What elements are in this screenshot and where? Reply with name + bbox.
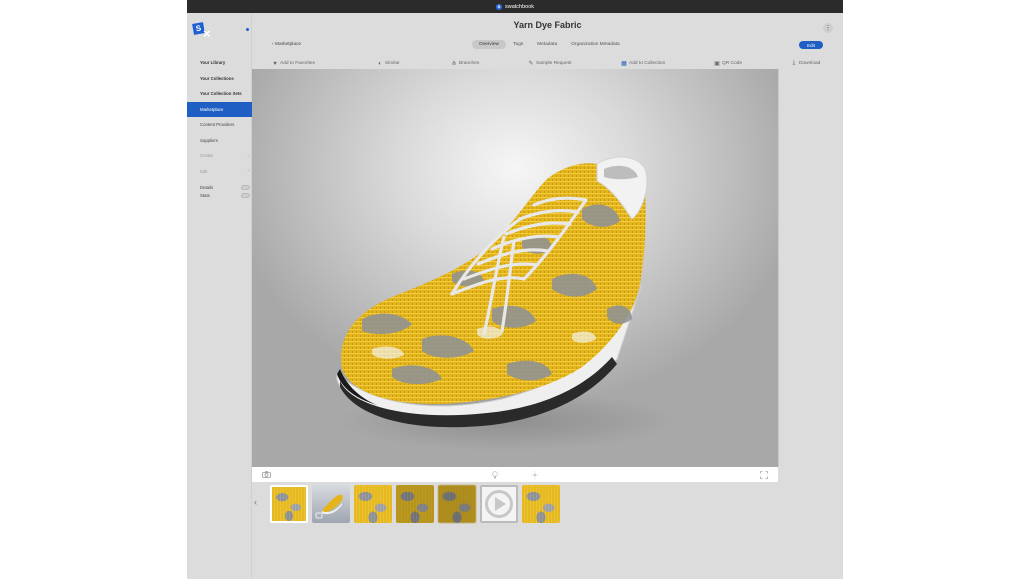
chevron-left-icon: ‹	[272, 42, 274, 47]
download-button[interactable]: ⤓ Download	[791, 58, 821, 69]
sample-request-button[interactable]: ✎ Sample Request	[528, 58, 571, 69]
sample-icon: ✎	[528, 61, 534, 67]
sidebar-item-your-library[interactable]: Your Library	[187, 55, 252, 71]
tool-label: Similar	[385, 61, 400, 66]
tab-tags[interactable]: Tags	[506, 40, 530, 49]
branches-button[interactable]: ⋔ Branches	[451, 58, 479, 69]
tool-label: Branches	[459, 61, 480, 66]
thumbnail-strip: ‹	[252, 482, 778, 526]
sidebar-nav: Your Library Your Collections Your Colle…	[187, 55, 252, 199]
sidebar-item-label: Content Providers	[200, 122, 235, 128]
sidebar-item-marketplace[interactable]: Marketplace	[187, 101, 252, 117]
camera-icon[interactable]	[261, 470, 271, 479]
sidebar-item-label: Suppliers	[200, 137, 218, 143]
sidebar-item-label: Create	[200, 153, 213, 159]
sidebar-item-label: Your Collections	[200, 75, 234, 81]
close-icon[interactable]: ×	[203, 27, 211, 40]
thumbnail-3d-shoe[interactable]	[312, 485, 350, 523]
toggle-label: Details	[200, 184, 214, 190]
title-bar: S swatchbook	[187, 0, 843, 13]
grid-icon: ▦	[621, 61, 627, 67]
qr-icon: ▣	[714, 61, 720, 67]
sidebar-item-label: Your Collection Sets	[200, 91, 242, 97]
similar-button[interactable]: ◐ Similar	[377, 58, 400, 69]
tool-label: Download	[799, 61, 821, 66]
tab-bar: Overview Tags Metadata Organization Meta…	[472, 40, 627, 49]
tool-label: QR Code	[722, 61, 742, 66]
chevron-right-icon: ›	[247, 152, 249, 159]
similar-icon: ◐	[378, 60, 382, 67]
tool-label: Add to Favorites	[280, 61, 315, 66]
back-label: Marketplace	[274, 42, 302, 47]
sidebar-item-your-collections[interactable]: Your Collections	[187, 71, 252, 87]
more-options-button[interactable]: ⋮	[823, 23, 833, 33]
notification-dot	[246, 28, 249, 31]
tool-label: Sample Request	[536, 61, 572, 66]
details-toggle[interactable]	[241, 184, 250, 190]
swatchbook-app-icon: S	[495, 3, 502, 10]
tab-overview[interactable]: Overview	[472, 40, 506, 49]
tool-label: Add to Collection	[629, 61, 666, 66]
edit-button[interactable]: Edit	[799, 41, 823, 49]
viewer-scrollbar[interactable]	[778, 69, 779, 467]
play-icon	[485, 490, 513, 518]
sidebar: S × Your Library Your Collections Your C…	[187, 13, 252, 579]
sun-icon[interactable]	[530, 470, 540, 479]
fullscreen-icon[interactable]	[759, 470, 769, 479]
add-to-favorites-button[interactable]: ♥ Add to Favorites	[272, 58, 315, 69]
tab-organization-metadata[interactable]: Organization Metadata	[564, 40, 627, 49]
thumbnail-fabric[interactable]	[438, 485, 476, 523]
details-toggle-row: Details	[187, 183, 252, 191]
tab-metadata[interactable]: Metadata	[530, 40, 564, 49]
stats-toggle[interactable]	[241, 192, 250, 198]
chevron-left-icon[interactable]: ‹	[254, 497, 257, 507]
thumbnail-fabric[interactable]	[354, 485, 392, 523]
sidebar-item-create[interactable]: Create ›	[187, 148, 252, 164]
chevron-right-icon: ›	[247, 168, 249, 175]
viewer-control-bar	[252, 467, 778, 482]
sidebar-item-suppliers[interactable]: Suppliers	[187, 133, 252, 149]
qr-code-button[interactable]: ▣ QR Code	[714, 58, 742, 69]
heart-icon: ♥	[273, 60, 277, 67]
add-to-collection-button[interactable]: ▦ Add to Collection	[621, 58, 665, 69]
sidebar-item-your-collection-sets[interactable]: Your Collection Sets	[187, 86, 252, 102]
light-icon[interactable]	[490, 470, 500, 479]
sidebar-item-label: Your Library	[200, 60, 226, 66]
app-window: S swatchbook S × Your Library Your Colle…	[187, 0, 843, 579]
sidebar-item-label: Marketplace	[200, 106, 224, 112]
back-to-marketplace-link[interactable]: ‹ Marketplace	[272, 42, 301, 47]
thumbnail-fabric[interactable]	[270, 485, 308, 523]
toggle-label: Stats	[200, 192, 210, 198]
branches-icon: ⋔	[451, 61, 457, 67]
action-toolbar: ♥ Add to Favorites ◐ Similar ⋔ Branches …	[252, 58, 843, 69]
sidebar-item-edit[interactable]: Edit ›	[187, 164, 252, 180]
download-icon: ⤓	[792, 60, 796, 66]
thumbnail-fabric[interactable]	[396, 485, 434, 523]
3d-viewer[interactable]	[252, 69, 778, 467]
sidebar-item-label: Edit	[200, 168, 208, 174]
app-name: swatchbook	[504, 3, 535, 10]
stats-toggle-row: Stats	[187, 191, 252, 199]
sidebar-item-content-providers[interactable]: Content Providers	[187, 117, 252, 133]
page-title: Yarn Dye Fabric	[513, 20, 582, 30]
sneaker-3d-model[interactable]	[252, 69, 778, 467]
thumbnail-video[interactable]	[480, 485, 518, 523]
thumbnail-fabric[interactable]	[522, 485, 560, 523]
